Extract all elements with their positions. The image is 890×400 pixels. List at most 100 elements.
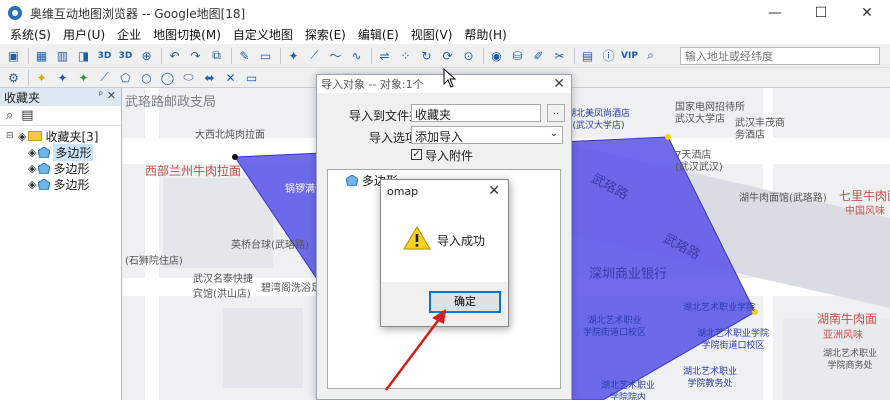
panel-close-icon[interactable]: ✕ — [107, 89, 116, 102]
menu-map-switch[interactable]: 地图切换(M) — [153, 26, 221, 43]
polygon-vertex[interactable] — [665, 134, 671, 140]
globe-icon[interactable]: ◉ — [487, 47, 506, 65]
menu-view[interactable]: 视图(V) — [411, 26, 453, 43]
map-label: 中国风味 — [845, 206, 885, 217]
tree-item-label: 多边形 — [53, 177, 90, 192]
cross-draw-icon[interactable]: ✕ — [221, 69, 240, 87]
settings-gear-icon[interactable]: ⚙ — [4, 69, 23, 87]
frame-icon[interactable]: ▭ — [256, 47, 275, 65]
chat-icon[interactable]: ▤ — [578, 47, 597, 65]
tree-item-label: 多边形 — [53, 143, 94, 161]
pin-icon[interactable]: ᵖ — [99, 90, 103, 101]
menu-enterprise[interactable]: 企业 — [117, 26, 141, 43]
layers-icon[interactable]: ◨ — [74, 47, 93, 65]
menu-explore[interactable]: 探索(E) — [305, 26, 346, 43]
attach-checkbox[interactable]: ✓ — [411, 149, 422, 160]
favorites-tools: ⌕ ▤ — [0, 106, 121, 126]
window-controls: — ☐ ✕ — [752, 0, 890, 26]
map-label: (石狮院住店) — [125, 256, 183, 267]
menu-user[interactable]: 用户(U) — [63, 26, 105, 43]
address-search-input[interactable] — [680, 47, 880, 65]
pencil-icon[interactable]: ✎ — [235, 47, 254, 65]
redo-icon[interactable]: ↷ — [186, 47, 205, 65]
dialog-close-icon[interactable]: ✕ — [553, 76, 565, 92]
toolbar-separator — [231, 47, 232, 64]
search-circle-icon[interactable]: ⊙ — [459, 47, 478, 65]
map-label: 湖北美凤尚酒店 (武汉大学店) — [567, 109, 631, 131]
menu-help[interactable]: 帮助(H) — [464, 26, 506, 43]
message-close-icon[interactable]: ✕ — [488, 183, 500, 199]
folder-field[interactable]: 收藏夹 — [411, 104, 541, 122]
message-box-footer: 确定 — [381, 282, 508, 326]
attach-label: 导入附件 — [425, 149, 474, 163]
polyline-draw-icon[interactable]: ⟋ — [95, 69, 114, 87]
compass-icon[interactable]: ⊕ — [137, 47, 156, 65]
tree-root[interactable]: ⊟ ◈ 收藏夹[3] — [0, 128, 121, 144]
favorites-tree: ⊟ ◈ 收藏夹[3] ◈ 多边形 ◈ 多边形 ◈ 多边形 — [0, 126, 121, 192]
grid-icon[interactable]: ▥ — [53, 47, 72, 65]
line-tool-icon[interactable]: ⟋ — [305, 47, 324, 65]
polygon-draw-icon[interactable]: ⬠ — [116, 69, 135, 87]
edit-icon[interactable]: ✐ — [529, 47, 548, 65]
visibility-eye-icon[interactable]: ◈ — [28, 162, 36, 175]
collapse-icon[interactable]: ⊟ — [6, 131, 16, 141]
message-box-title: omap — [387, 184, 419, 198]
view-3d-alt-button[interactable]: 3D — [116, 47, 135, 65]
map-icon[interactable]: ▦ — [32, 47, 51, 65]
visibility-eye-icon[interactable]: ◈ — [28, 146, 36, 159]
title-bar: 奥维互动地图浏览器 -- Google地图[18] — ☐ ✕ — [0, 0, 890, 26]
tree-item[interactable]: ◈ 多边形 — [0, 176, 121, 192]
vip-button[interactable]: VIP — [620, 47, 639, 65]
view-3d-button[interactable]: 3D — [95, 47, 114, 65]
map-label: 湖北艺术职业 学院街道口校区 — [583, 316, 647, 338]
marker-green-icon[interactable]: ✦ — [74, 69, 93, 87]
circle-draw-icon[interactable]: ○ — [137, 69, 156, 87]
database-icon[interactable]: ⛁ — [508, 47, 527, 65]
arrow-draw-icon[interactable]: ⬌ — [200, 69, 219, 87]
map-label: 英桥台球(武珞路) — [231, 240, 309, 251]
undo-icon[interactable]: ↶ — [165, 47, 184, 65]
search-icon[interactable]: ⌕ — [6, 108, 13, 123]
pin-tool-icon[interactable]: ✦ — [284, 47, 303, 65]
app-logo-icon — [8, 6, 22, 20]
tree-item[interactable]: ◈ 多边形 — [0, 143, 121, 161]
refresh-icon[interactable]: ⟳ — [438, 47, 457, 65]
maximize-button[interactable]: ☐ — [798, 0, 844, 26]
menu-edit[interactable]: 编辑(E) — [358, 26, 399, 43]
marker-yellow-icon[interactable]: ✦ — [32, 69, 51, 87]
search-icon[interactable]: ⌕ — [641, 47, 660, 65]
info-icon[interactable]: ⓘ — [599, 47, 618, 65]
save-icon[interactable]: ▣ — [4, 47, 23, 65]
polygon-vertex[interactable] — [232, 154, 238, 160]
folder-icon — [28, 131, 43, 141]
measure-icon[interactable]: ⇌ — [375, 47, 394, 65]
polyline-tool-icon[interactable]: 〜 — [326, 47, 345, 65]
marker-blue-icon[interactable]: ✦ — [53, 69, 72, 87]
favorites-panel: 收藏夹 ᵖ ✕ ⌕ ▤ ⊟ ◈ 收藏夹[3] ◈ 多边形 ◈ 多边形 ◈ 多边形 — [0, 88, 122, 400]
dots-icon[interactable]: ⁘ — [396, 47, 415, 65]
rotate-icon[interactable]: ↻ — [417, 47, 436, 65]
map-label: 湖北艺术职业 学院教务处 — [683, 367, 738, 389]
warning-icon — [403, 226, 431, 250]
list-view-icon[interactable]: ▤ — [21, 108, 33, 123]
import-dialog-title: 导入对象 -- 对象:1个 — [321, 78, 424, 91]
browse-button[interactable]: .. — [547, 104, 565, 122]
map-label: 大西北炖肉拉面 — [195, 130, 265, 141]
curve-tool-icon[interactable]: ∿ — [347, 47, 366, 65]
minimize-button[interactable]: — — [752, 0, 798, 26]
option-select[interactable]: 添加导入 ⌄ — [411, 126, 563, 144]
menu-custom-map[interactable]: 自定义地图 — [233, 26, 293, 43]
ok-button[interactable]: 确定 — [429, 291, 501, 313]
ellipse-draw-icon[interactable]: ⬭ — [179, 69, 198, 87]
tree-item[interactable]: ◈ 多边形 — [0, 160, 121, 176]
copy-icon[interactable]: ⧉ — [207, 47, 226, 65]
circle-alt-draw-icon[interactable]: ◯ — [158, 69, 177, 87]
visibility-eye-icon[interactable]: ◈ — [18, 130, 26, 143]
visibility-eye-icon[interactable]: ◈ — [28, 178, 36, 191]
toolbar-separator — [371, 47, 372, 64]
toolbar-separator — [574, 47, 575, 64]
rect-draw-icon[interactable]: ▭ — [242, 69, 261, 87]
menu-system[interactable]: 系统(S) — [10, 26, 51, 43]
scissors-icon[interactable]: ✂ — [550, 47, 569, 65]
close-button[interactable]: ✕ — [844, 0, 890, 26]
